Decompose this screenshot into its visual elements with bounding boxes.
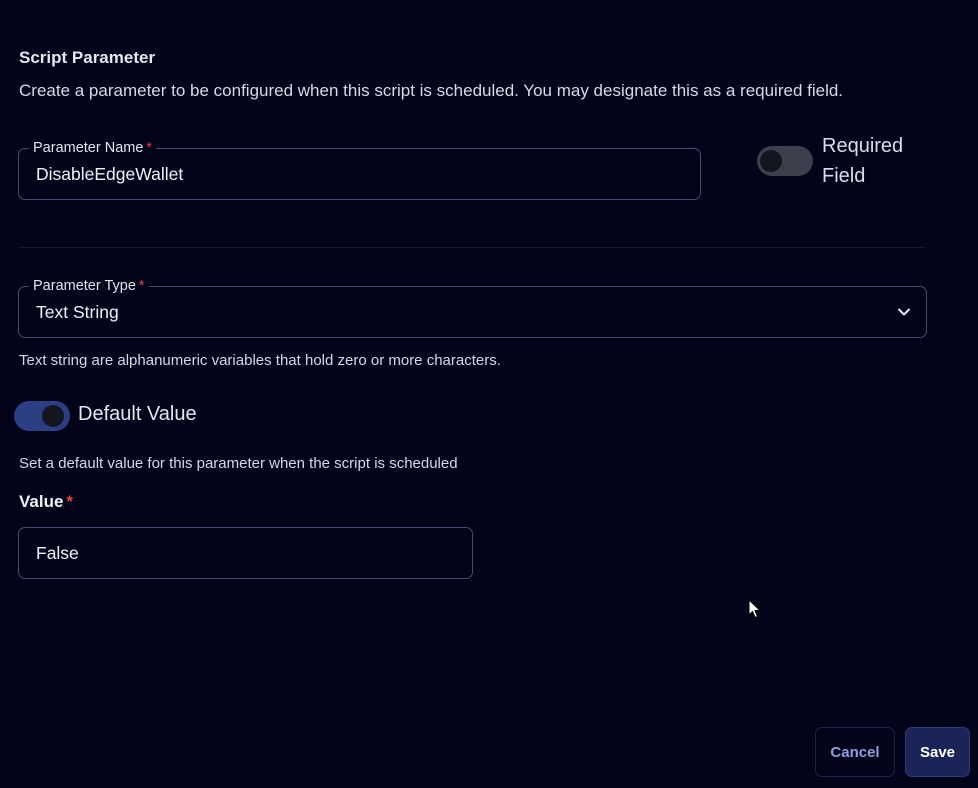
required-asterisk: * <box>66 492 74 511</box>
divider <box>18 247 926 248</box>
default-value-input[interactable]: False <box>18 527 473 579</box>
chevron-down-icon[interactable] <box>897 305 911 319</box>
parameter-type-help: Text string are alphanumeric variables t… <box>19 352 501 369</box>
save-button[interactable]: Save <box>905 727 970 777</box>
default-value-toggle[interactable] <box>14 401 70 431</box>
section-description: Create a parameter to be configured when… <box>19 81 844 100</box>
required-field-toggle[interactable] <box>757 146 813 176</box>
parameter-type-select[interactable]: Parameter Type * Text String <box>18 277 927 338</box>
default-value-text[interactable]: False <box>36 528 79 578</box>
parameter-name-input[interactable]: DisableEdgeWallet <box>36 149 183 199</box>
parameter-type-selected-value: Text String <box>36 301 119 322</box>
required-asterisk: * <box>138 278 145 294</box>
toggle-knob <box>42 405 64 427</box>
required-field-label: Required Field <box>822 135 904 187</box>
default-value-help: Set a default value for this parameter w… <box>19 455 458 472</box>
section-title: Script Parameter <box>19 48 156 67</box>
parameter-name-field[interactable]: Parameter Name * DisableEdgeWallet <box>18 139 701 200</box>
value-label: Value * <box>19 492 74 511</box>
mouse-cursor-icon <box>748 599 762 619</box>
cancel-button[interactable]: Cancel <box>815 727 895 777</box>
toggle-knob <box>760 150 782 172</box>
default-value-label: Default Value <box>78 403 197 425</box>
